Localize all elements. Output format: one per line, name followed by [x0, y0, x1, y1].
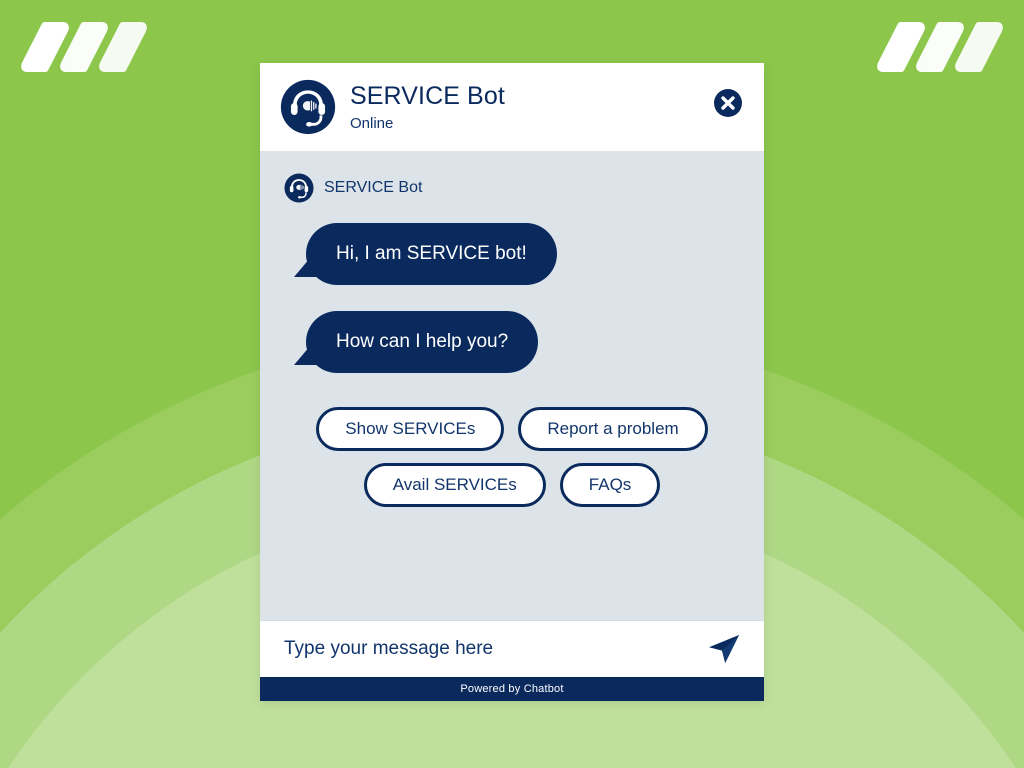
stripe-icon: [951, 22, 1007, 72]
stripe-icon: [17, 22, 73, 72]
chat-bubble: How can I help you?: [293, 311, 539, 373]
chat-bubble: Hi, I am SERVICE bot!: [294, 223, 557, 285]
powered-by-footer: Powered by Chatbot: [260, 677, 764, 701]
stripe-icon: [56, 22, 112, 72]
header-text-group: SERVICE Bot Online: [350, 82, 505, 133]
headset-brain-icon: [280, 79, 336, 135]
bot-message-group: How can I help you?: [284, 311, 740, 399]
status-badge: Online: [350, 115, 394, 133]
headset-brain-icon: [284, 173, 314, 203]
quick-reply-show-services[interactable]: Show SERVICEs: [316, 407, 505, 451]
message-input[interactable]: [282, 637, 696, 661]
stripes-decoration-left: [17, 22, 151, 72]
message-sender-row: SERVICE Bot: [284, 173, 740, 203]
message-sender-name: SERVICE Bot: [324, 179, 423, 196]
quick-reply-row: Show SERVICEs Report a problem: [302, 407, 722, 451]
chat-widget: SERVICE Bot Online SERVICE Bot Hi, I am …: [260, 63, 764, 701]
chat-input-bar: [260, 620, 764, 677]
page-title: SERVICE Bot: [350, 81, 505, 110]
quick-reply-faqs[interactable]: FAQs: [559, 463, 661, 507]
quick-reply-group: Show SERVICEs Report a problem Avail SER…: [284, 407, 740, 507]
close-icon[interactable]: [714, 89, 742, 117]
quick-reply-row: Avail SERVICEs FAQs: [302, 463, 722, 507]
quick-reply-avail-services[interactable]: Avail SERVICEs: [363, 463, 546, 507]
stripe-icon: [873, 22, 929, 72]
bot-message-group: Hi, I am SERVICE bot!: [284, 223, 740, 311]
stripes-decoration-right: [873, 22, 1007, 72]
quick-reply-report-problem[interactable]: Report a problem: [518, 407, 708, 451]
stripe-icon: [95, 22, 151, 72]
chat-header: SERVICE Bot Online: [260, 63, 764, 151]
stripe-icon: [912, 22, 968, 72]
chat-message-list: SERVICE Bot Hi, I am SERVICE bot! How ca…: [260, 151, 764, 620]
send-paper-plane-icon[interactable]: [706, 631, 742, 667]
